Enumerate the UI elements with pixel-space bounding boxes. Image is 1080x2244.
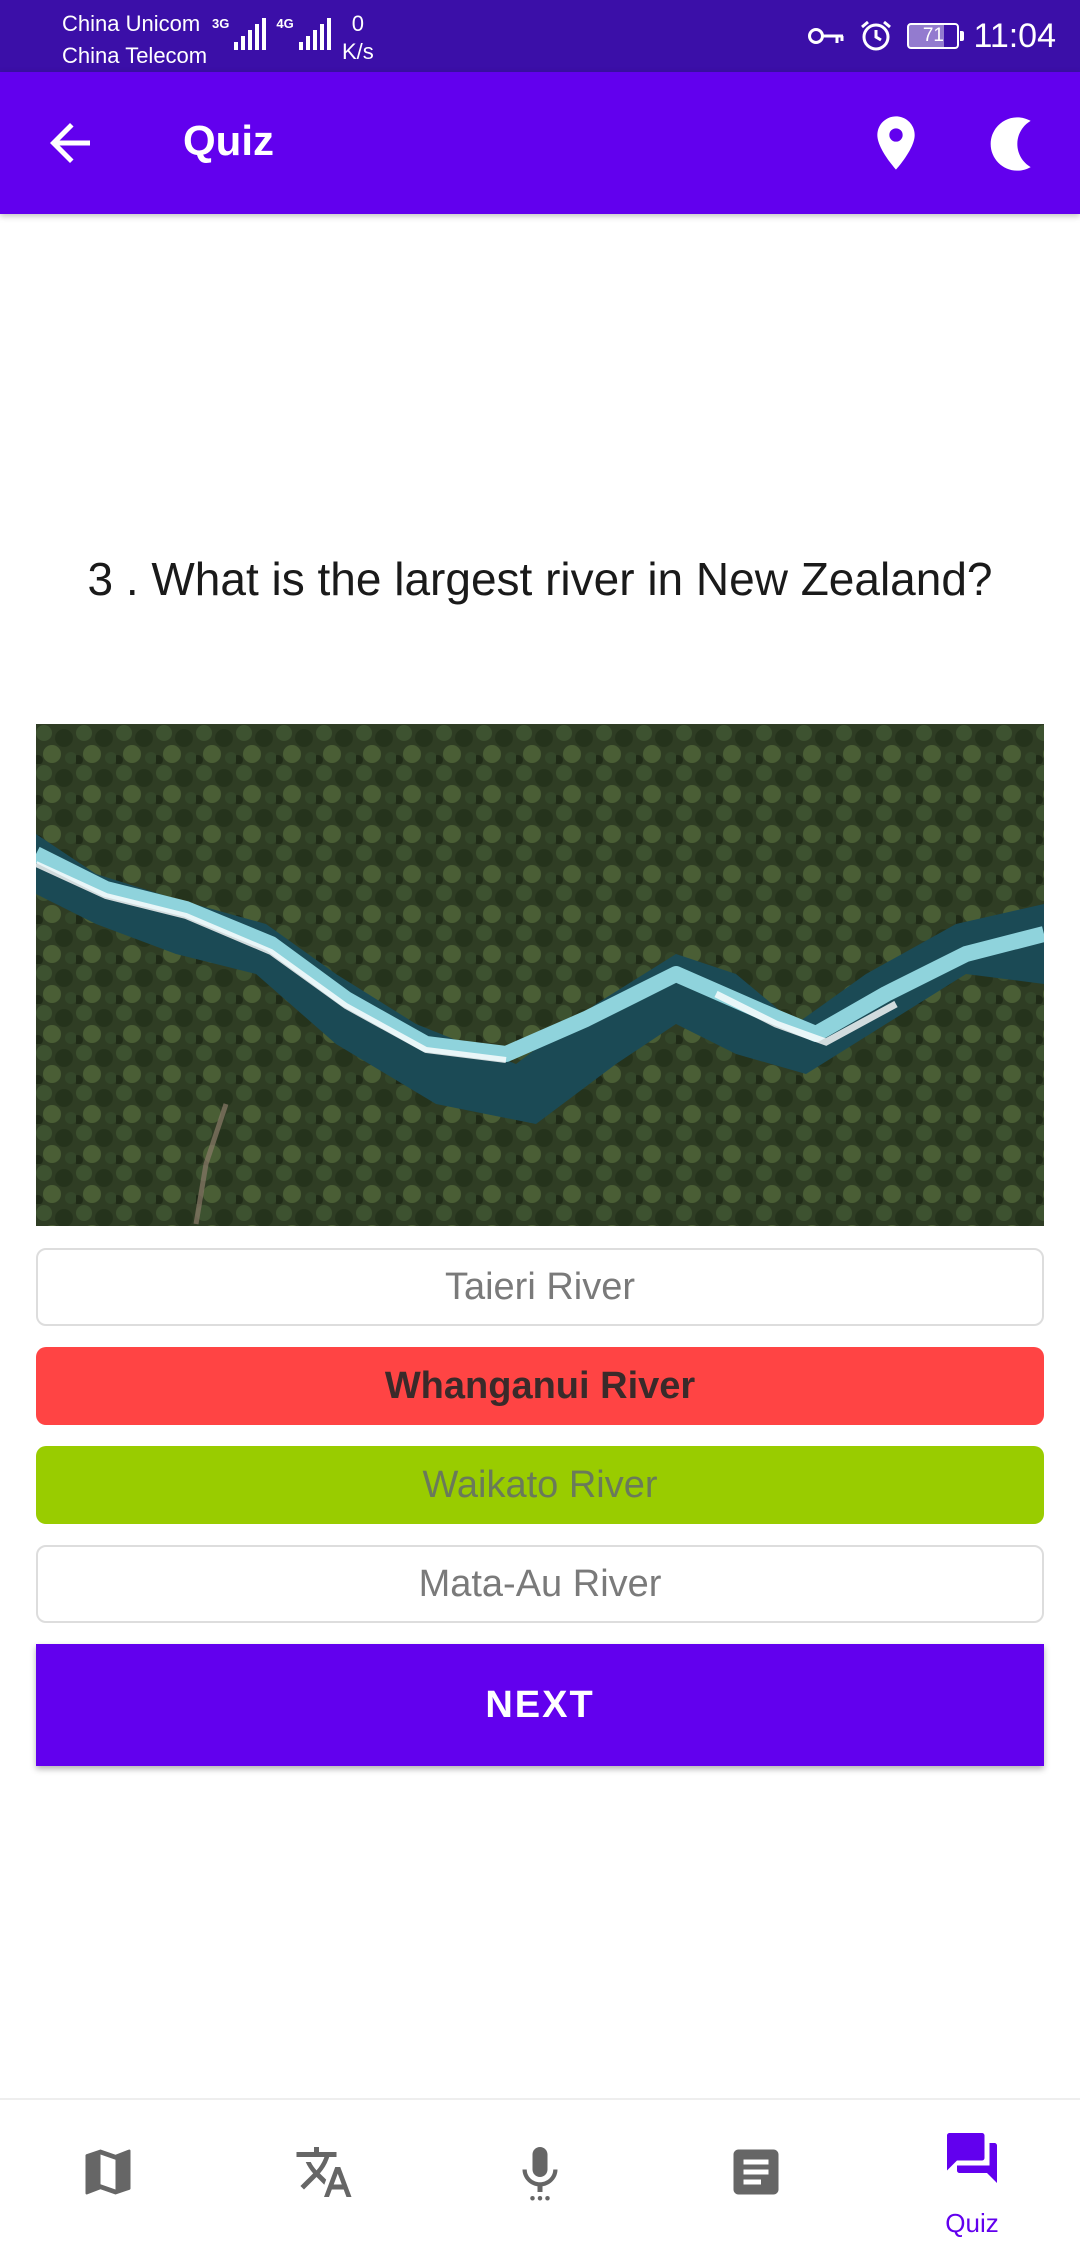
nav-item-articles[interactable] xyxy=(648,2100,864,2244)
carrier-1: China Unicom xyxy=(62,11,201,36)
quiz-screen: China Unicom China Telecom 3G 4G 0 K/s 7… xyxy=(0,0,1080,2244)
signal-strength-icon: 4G xyxy=(276,16,331,50)
nav-item-map[interactable] xyxy=(0,2100,216,2244)
article-icon xyxy=(733,2149,779,2195)
battery-icon: 71 xyxy=(907,23,965,49)
page-title: Quiz xyxy=(183,117,274,164)
microphone-icon xyxy=(522,2147,558,2201)
app-bar: Quiz xyxy=(0,72,1080,214)
carrier-info: China Unicom China Telecom xyxy=(62,8,207,72)
next-button[interactable]: NEXT xyxy=(36,1644,1044,1766)
signal-strength-icon: 3G xyxy=(212,16,267,50)
battery-level: 71 xyxy=(922,25,944,46)
translate-icon xyxy=(296,2147,352,2197)
carrier-2: China Telecom xyxy=(62,43,208,68)
answer-option-4[interactable]: Mata-Au River xyxy=(36,1545,1044,1623)
nav-label-quiz: Quiz xyxy=(945,2208,999,2238)
answer-option-1[interactable]: Taieri River xyxy=(36,1248,1044,1326)
map-icon xyxy=(85,2149,131,2195)
back-button[interactable] xyxy=(40,113,100,173)
night-mode-button[interactable] xyxy=(980,112,1044,176)
network-type-2: 4G xyxy=(276,16,294,31)
moon-icon xyxy=(990,117,1031,171)
nav-item-speak[interactable] xyxy=(432,2100,648,2244)
signal-indicators: 3G 4G xyxy=(212,16,331,50)
nav-item-translate[interactable] xyxy=(216,2100,432,2244)
status-bar: China Unicom China Telecom 3G 4G 0 K/s 7… xyxy=(0,0,1080,72)
question-text: 3 . What is the largest river in New Zea… xyxy=(87,553,993,605)
speed-value: 0 xyxy=(351,11,365,36)
answer-option-3-correct[interactable]: Waikato River xyxy=(36,1446,1044,1524)
nav-item-quiz[interactable]: Quiz xyxy=(864,2100,1080,2244)
alarm-icon xyxy=(861,20,892,51)
network-speed: 0 K/s xyxy=(342,10,374,66)
answer-option-2-wrong[interactable]: Whanganui River xyxy=(36,1347,1044,1425)
arrow-back-icon xyxy=(50,123,90,163)
status-right: 71 11:04 xyxy=(807,14,1056,58)
bottom-navigation: Quiz xyxy=(0,2098,1080,2244)
location-button[interactable] xyxy=(864,108,928,178)
question-image xyxy=(36,724,1044,1226)
network-type-1: 3G xyxy=(212,16,230,31)
river-photo xyxy=(36,724,1044,1226)
speed-unit: K/s xyxy=(342,39,374,64)
key-icon xyxy=(808,28,844,44)
location-pin-icon xyxy=(877,116,915,170)
clock: 11:04 xyxy=(973,16,1056,55)
forum-icon xyxy=(947,2133,997,2183)
